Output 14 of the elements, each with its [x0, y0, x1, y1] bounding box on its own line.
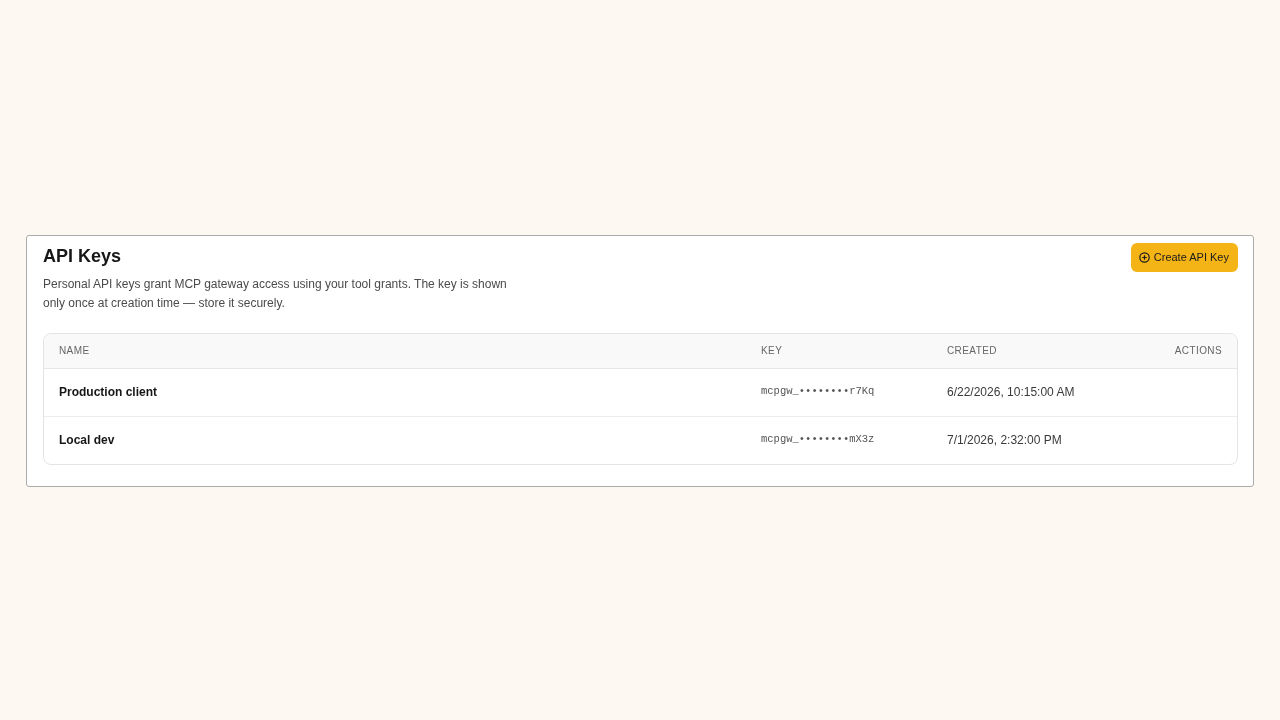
column-header: ACTIONS [1174, 345, 1222, 357]
create-api-key-button[interactable]: Create API Key [1130, 243, 1238, 272]
created-date-cell: 6/22/2026, 10:15:00 AM [947, 385, 1075, 399]
panel-title: API Keys [43, 245, 122, 268]
created-date-cell: 7/1/2026, 2:32:00 PM [947, 433, 1062, 448]
plus-circle-icon [1138, 252, 1150, 263]
panel-description: Personal API keys grant MCP gateway access using your tool grants. The key is shown only once at creation time — store it securely. [43, 276, 508, 312]
masked-key-cell: mcpgw_••••••••mX3z [761, 433, 875, 446]
column-header: KEY [761, 345, 783, 357]
masked-key-cell: mcpgw_••••••••r7Kq [761, 385, 875, 398]
key-name-cell: Production client [59, 385, 157, 399]
column-header: NAME [59, 345, 90, 357]
column-header: CREATED [947, 345, 997, 357]
key-name-cell: Local dev [59, 433, 115, 448]
